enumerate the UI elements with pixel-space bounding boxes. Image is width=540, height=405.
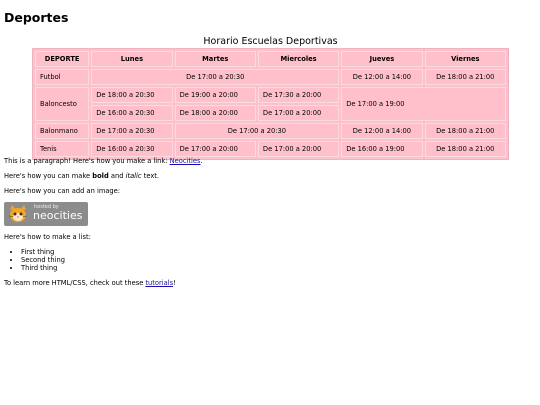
- list-item: Second thing: [21, 256, 534, 264]
- schedule-section: Horario Escuelas Deportivas DEPORTE Lune…: [32, 35, 509, 160]
- sport-cell: Tenis: [35, 141, 90, 157]
- time-cell: De 17:00 a 20:00: [257, 105, 340, 121]
- paragraph-list-intro: Here's how to make a list:: [4, 233, 91, 241]
- page-content: This is a paragraph! Here's how you make…: [4, 157, 534, 294]
- time-cell: De 18:00 a 21:00: [424, 123, 506, 139]
- paragraph-link: This is a paragraph! Here's how you make…: [4, 157, 534, 165]
- time-cell: De 17:00 a 20:00: [257, 141, 340, 157]
- time-cell: De 18:00 a 21:00: [424, 69, 506, 85]
- neocities-cat-icon: [8, 205, 28, 222]
- example-list: First thing Second thing Third thing: [4, 248, 534, 272]
- time-cell: De 12:00 a 14:00: [341, 123, 423, 139]
- paragraph-text: This is a paragraph! Here's how you make…: [4, 157, 170, 165]
- time-cell: De 18:00 a 20:00: [174, 105, 256, 121]
- paragraph-text: .: [200, 157, 203, 165]
- paragraph-formatting: Here's how you can make bold and italic …: [4, 172, 534, 180]
- neocities-badge-image: hosted by neocities: [4, 202, 88, 226]
- paragraph-text: To learn more HTML/CSS, check out these: [4, 279, 146, 287]
- header-lunes: Lunes: [91, 51, 173, 67]
- time-cell: De 18:00 a 20:30: [91, 87, 173, 103]
- paragraph-image-intro: Here's how you can add an image:: [4, 187, 121, 195]
- paragraph-text: Here's how you can make: [4, 172, 93, 180]
- sport-cell: Futbol: [35, 69, 90, 85]
- time-cell: De 17:00 a 20:30: [91, 123, 173, 139]
- time-cell: De 19:00 a 20:00: [174, 87, 256, 103]
- header-viernes: Viernes: [424, 51, 506, 67]
- header-row: DEPORTE Lunes Martes Miercoles Jueves Vi…: [35, 51, 506, 67]
- header-jueves: Jueves: [341, 51, 423, 67]
- time-cell: De 17:30 a 20:00: [257, 87, 340, 103]
- table-row-baloncesto: Baloncesto De 18:00 a 20:30 De 19:00 a 2…: [35, 87, 506, 121]
- header-deporte: DEPORTE: [35, 51, 90, 67]
- time-cell: De 17:00 a 20:00: [174, 141, 256, 157]
- time-cell: De 16:00 a 19:00: [341, 141, 423, 157]
- page-title: Deportes: [4, 10, 69, 25]
- italic-text: italic: [125, 172, 142, 180]
- bold-text: bold: [92, 172, 109, 180]
- time-cell: De 17:00 a 19:00: [341, 87, 506, 121]
- paragraph-text: !: [173, 279, 176, 287]
- time-cell: De 16:00 a 20:30: [91, 105, 173, 121]
- schedule-table: DEPORTE Lunes Martes Miercoles Jueves Vi…: [32, 48, 509, 160]
- header-miercoles: Miercoles: [257, 51, 340, 67]
- paragraph-text: and: [108, 172, 126, 180]
- time-cell: De 12:00 a 14:00: [341, 69, 423, 85]
- sport-cell: Balonmano: [35, 123, 90, 139]
- list-item: First thing: [21, 248, 534, 256]
- list-item: Third thing: [21, 264, 534, 272]
- schedule-caption: Horario Escuelas Deportivas: [203, 36, 338, 47]
- tutorials-link[interactable]: tutorials: [145, 279, 173, 287]
- table-row-tenis: Tenis De 16:00 a 20:30 De 17:00 a 20:00 …: [35, 141, 506, 157]
- time-cell: De 16:00 a 20:30: [91, 141, 173, 157]
- header-martes: Martes: [174, 51, 256, 67]
- time-cell: De 18:00 a 21:00: [424, 141, 506, 157]
- badge-brand-text: neocities: [33, 209, 83, 222]
- neocities-link[interactable]: Neocities: [170, 157, 201, 165]
- table-row-balonmano: Balonmano De 17:00 a 20:30 De 17:00 a 20…: [35, 123, 506, 139]
- time-cell: De 17:00 a 20:30: [174, 123, 340, 139]
- sport-cell: Baloncesto: [35, 87, 90, 121]
- time-cell: De 17:00 a 20:30: [91, 69, 340, 85]
- table-row-futbol: Futbol De 17:00 a 20:30 De 12:00 a 14:00…: [35, 69, 506, 85]
- paragraph-tutorials: To learn more HTML/CSS, check out these …: [4, 279, 534, 287]
- paragraph-text: text.: [141, 172, 160, 180]
